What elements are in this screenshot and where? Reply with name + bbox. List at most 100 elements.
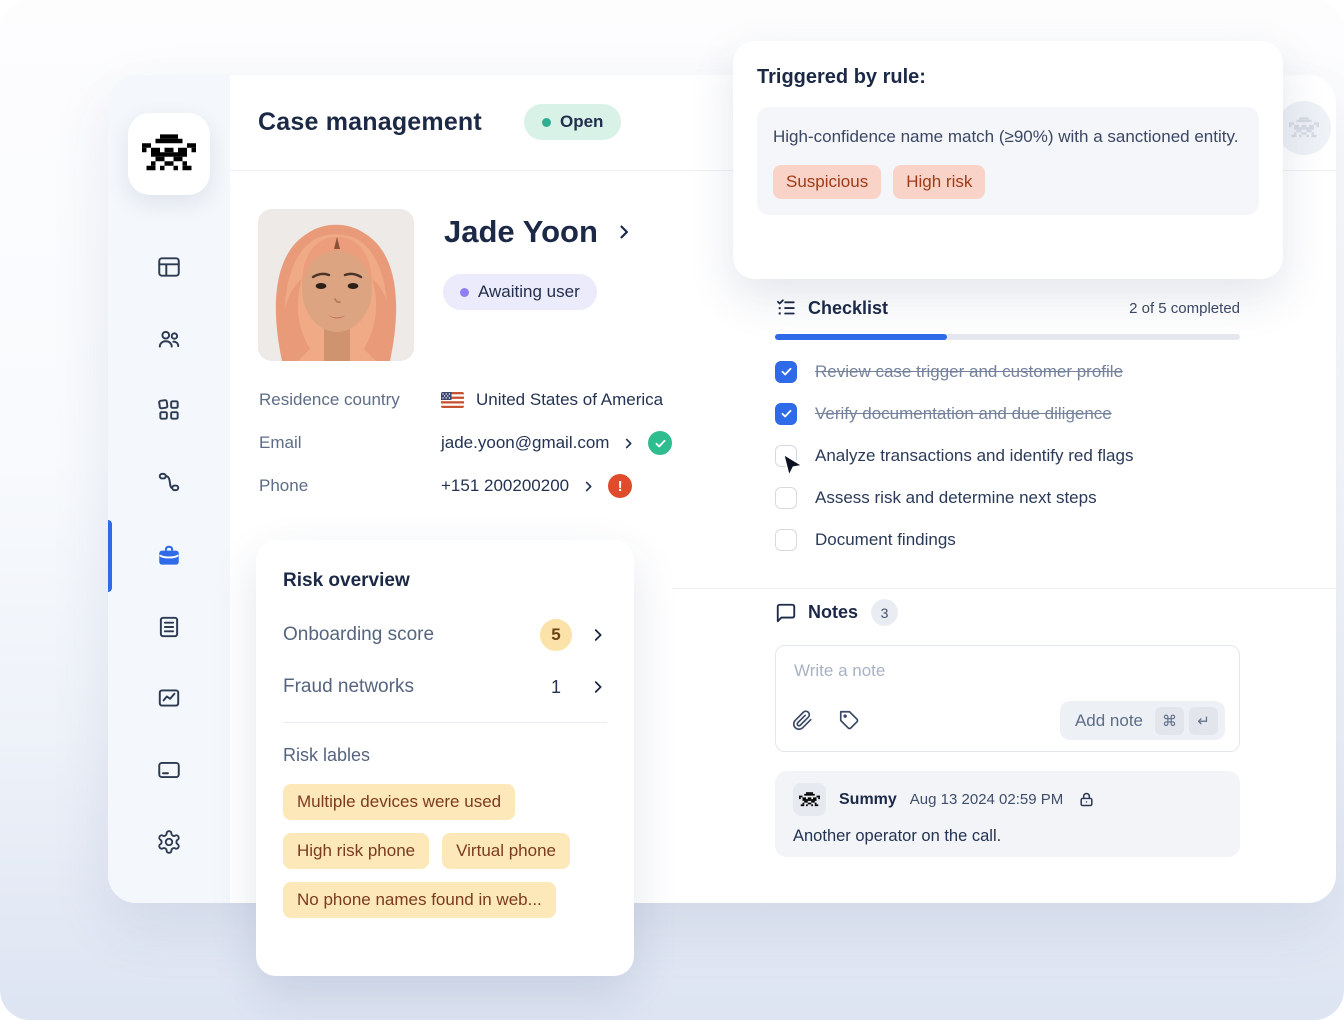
sidebar-item-dashboard[interactable]: [149, 247, 189, 287]
phone-error-icon: !: [608, 474, 633, 498]
tag-icon[interactable]: [839, 710, 860, 731]
field-label: Email: [259, 433, 302, 452]
settings-icon: [158, 830, 180, 854]
note-input[interactable]: [792, 660, 1223, 682]
risk-tag: High risk phone: [283, 833, 430, 869]
divider: [283, 722, 607, 723]
document-icon: [159, 616, 179, 638]
checkbox-checked-icon[interactable]: [775, 360, 797, 383]
notes-title: Notes: [808, 602, 859, 622]
customer-status-badge: Awaiting user: [443, 274, 597, 310]
checklist-progress-label: 2 of 5 completed: [1129, 299, 1240, 317]
checklist-item[interactable]: Document findings: [775, 528, 1240, 551]
checklist-item-label: Assess risk and determine next steps: [815, 487, 1097, 507]
briefcase-icon: [159, 545, 179, 565]
awaiting-dot: [460, 287, 469, 297]
row-value: 1: [550, 676, 561, 697]
sidebar: .logo-tile .hat{fill:#28e0a5}.logo-tile …: [108, 75, 230, 903]
add-note-button[interactable]: Add note ⌘ ↵: [1059, 701, 1225, 740]
workspace-avatar[interactable]: .ghost-avatar .hat,.ghost-avatar .bod{fi…: [1277, 101, 1331, 155]
risk-overview-card: Risk overview Onboarding score 5 Fraud n…: [256, 540, 634, 976]
flow-icon: [158, 472, 180, 492]
note-composer: Add note ⌘ ↵: [775, 645, 1240, 752]
risk-tag: No phone names found in web...: [283, 882, 556, 918]
dashboard-icon: [158, 257, 180, 277]
field-phone: Phone +151 200200200 !: [259, 473, 739, 499]
chevron-right-icon[interactable]: [614, 222, 634, 242]
checkbox-checked-icon[interactable]: [775, 402, 797, 425]
sidebar-item-apps[interactable]: [149, 390, 189, 430]
note-author-avatar: .note-avatar .hat,.note-avatar .bod{fill…: [793, 783, 826, 816]
rule-description: High-confidence name match (≥90%) with a…: [773, 127, 1239, 146]
note-entry: .note-avatar .hat,.note-avatar .bod{fill…: [775, 771, 1240, 857]
sidebar-item-payments[interactable]: [149, 750, 189, 790]
checklist-item[interactable]: Analyze transactions and identify red fl…: [775, 444, 1240, 467]
risk-labels-title: Risk lables: [283, 745, 371, 765]
checklist-item-label: Document findings: [815, 529, 956, 549]
rule-tag: Suspicious: [773, 165, 882, 200]
sidebar-item-documents[interactable]: [149, 607, 189, 647]
checkbox-unchecked-icon[interactable]: [775, 528, 797, 551]
chevron-right-icon[interactable]: [589, 678, 607, 696]
note-author: Summy: [839, 790, 897, 808]
add-note-label: Add note: [1074, 710, 1143, 730]
note-timestamp: Aug 13 2024 02:59 PM: [909, 791, 1064, 808]
chevron-right-icon[interactable]: [621, 436, 636, 451]
checklist-item-label: Verify documentation and due diligence: [815, 403, 1112, 423]
triggered-rule-title: Triggered by rule:: [757, 66, 926, 88]
field-label: Phone: [259, 476, 309, 495]
sidebar-item-customers[interactable]: [149, 319, 189, 359]
email-value: jade.yoon@gmail.com: [441, 433, 610, 452]
attach-icon[interactable]: [792, 710, 813, 731]
chevron-right-icon[interactable]: [581, 479, 596, 494]
status-dot: [542, 117, 551, 127]
checklist-progress-track: [775, 334, 1240, 340]
checklist-progress-fill: [775, 334, 948, 340]
enter-key-chip: ↵: [1189, 706, 1218, 735]
apps-icon: [158, 399, 179, 420]
field-email: Email jade.yoon@gmail.com: [259, 430, 739, 456]
active-nav-indicator: [108, 520, 112, 592]
page-title: Case management: [258, 108, 482, 136]
field-residence-country: Residence country United States of Ameri…: [259, 387, 739, 413]
checklist-item-label: Analyze transactions and identify red fl…: [815, 445, 1134, 465]
field-label: Residence country: [259, 390, 400, 409]
sidebar-item-settings[interactable]: [149, 822, 189, 862]
customer-name: Jade Yoon: [444, 214, 598, 249]
phone-value: +151 200200200: [441, 476, 570, 495]
risk-overview-title: Risk overview: [283, 570, 410, 591]
checklist-item[interactable]: Verify documentation and due diligence: [775, 402, 1240, 425]
row-label: Onboarding score: [283, 624, 435, 645]
lock-icon: [1078, 791, 1095, 808]
checkbox-unchecked-icon[interactable]: [775, 444, 797, 467]
card-icon: [158, 761, 180, 779]
checklist-items: Review case trigger and customer profile…: [775, 360, 1240, 551]
users-icon: [158, 330, 180, 348]
cmd-key-chip: ⌘: [1155, 706, 1184, 735]
onboarding-score-row[interactable]: Onboarding score 5: [283, 618, 607, 652]
chevron-right-icon[interactable]: [589, 626, 607, 644]
checklist-icon: [775, 297, 797, 319]
score-badge: 5: [540, 619, 572, 651]
rule-description-box: High-confidence name match (≥90%) with a…: [757, 107, 1259, 216]
app-logo[interactable]: .logo-tile .hat{fill:#28e0a5}.logo-tile …: [128, 113, 210, 195]
status-label: Open: [560, 112, 604, 131]
risk-tag: Virtual phone: [442, 833, 570, 869]
sidebar-item-analytics[interactable]: [149, 678, 189, 718]
checkbox-unchecked-icon[interactable]: [775, 486, 797, 509]
fraud-networks-row[interactable]: Fraud networks 1: [283, 670, 607, 704]
checklist-item[interactable]: Assess risk and determine next steps: [775, 486, 1240, 509]
sidebar-item-cases[interactable]: [149, 536, 189, 576]
note-text: Another operator on the call.: [793, 827, 1002, 845]
checklist-item-label: Review case trigger and customer profile: [815, 361, 1124, 381]
profile-fields: Residence country United States of Ameri…: [259, 387, 739, 499]
notes-icon: [775, 602, 797, 624]
checklist-item[interactable]: Review case trigger and customer profile: [775, 360, 1240, 383]
triggered-rule-card: Triggered by rule: High-confidence name …: [733, 41, 1283, 279]
sidebar-item-flows[interactable]: [149, 462, 189, 502]
case-management-screen: .ghost-avatar .hat,.ghost-avatar .bod{fi…: [0, 0, 1344, 1020]
section-divider: [672, 588, 1336, 589]
customer-photo: [258, 209, 414, 361]
awaiting-label: Awaiting user: [478, 282, 580, 301]
email-verified-icon: [648, 431, 673, 455]
